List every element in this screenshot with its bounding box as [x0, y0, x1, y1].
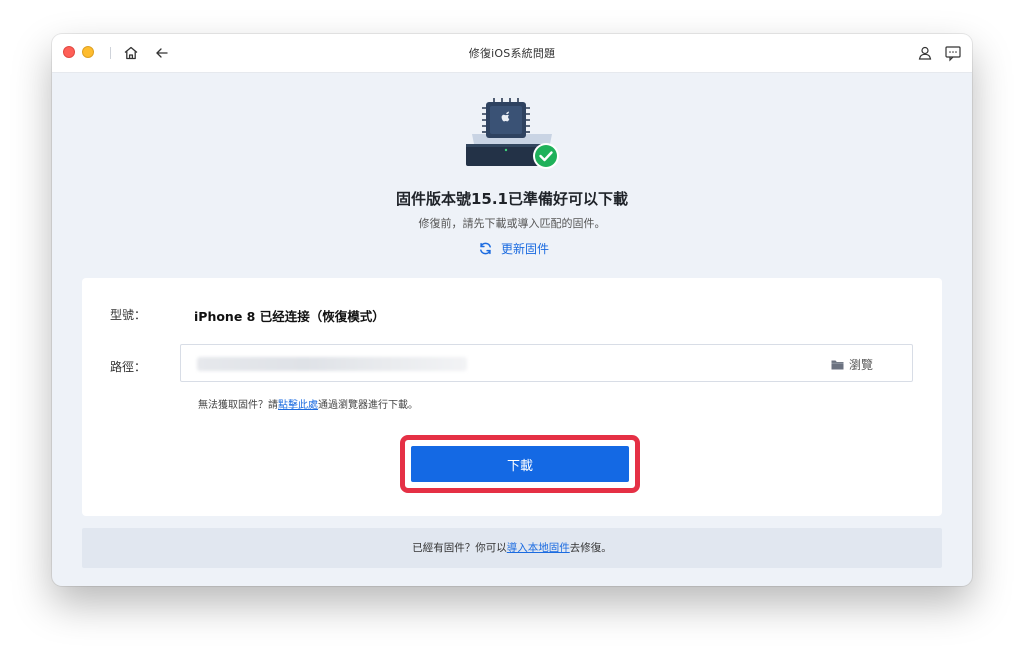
- firmware-ready-title: 固件版本號15.1已準備好可以下載: [395, 190, 628, 208]
- app-window: 修復iOS系統問題 固件版本號15.1已準備好可以下載 修復前，請先下載或導入匹…: [52, 34, 972, 586]
- download-hint: 無法獲取固件？請點擊此處通過瀏覽器進行下載。: [198, 396, 418, 411]
- footer-suffix: 去修復。: [569, 542, 612, 554]
- message-icon[interactable]: [944, 44, 962, 62]
- import-local-firmware-link[interactable]: 導入本地固件: [507, 542, 570, 554]
- hint-suffix: 通過瀏覽器進行下載。: [318, 400, 418, 411]
- window-title: 修復iOS系統問題: [468, 47, 556, 60]
- path-label: 路徑：: [110, 360, 147, 374]
- footer-prefix: 已經有固件？你可以: [412, 542, 507, 554]
- firmware-card: 型號： iPhone 8 已经连接（恢復模式） 路徑： 瀏覽 無法獲取固件？請點…: [82, 278, 942, 516]
- chip-check-icon: [462, 98, 562, 174]
- hint-prefix: 無法獲取固件？請: [198, 400, 278, 411]
- firmware-instruction-text: 修復前，請先下載或導入匹配的固件。: [418, 217, 606, 230]
- browse-button[interactable]: 瀏覽: [831, 355, 873, 373]
- user-icon[interactable]: [916, 44, 934, 62]
- click-here-link[interactable]: 點擊此處: [278, 400, 318, 411]
- update-firmware-link[interactable]: 更新固件: [478, 240, 549, 256]
- path-field: 瀏覽: [180, 344, 913, 382]
- folder-icon: [831, 359, 844, 370]
- model-value: iPhone 8 已经连接（恢復模式）: [194, 309, 385, 324]
- update-firmware-label: 更新固件: [501, 241, 550, 256]
- path-input[interactable]: [181, 345, 821, 381]
- refresh-icon: [478, 241, 493, 256]
- import-firmware-bar: 已經有固件？你可以導入本地固件去修復。: [82, 528, 942, 568]
- model-label: 型號：: [110, 308, 147, 322]
- download-button[interactable]: 下載: [411, 446, 629, 482]
- browse-label: 瀏覽: [849, 357, 874, 372]
- title-bar: 修復iOS系統問題: [52, 34, 972, 73]
